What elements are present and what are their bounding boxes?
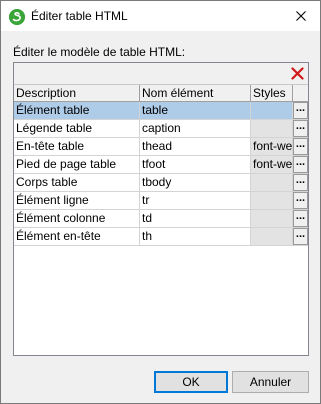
row-description: Élément table — [14, 102, 140, 119]
close-button[interactable] — [286, 3, 316, 29]
row-element-name[interactable]: th — [140, 228, 251, 245]
close-icon — [296, 11, 306, 21]
row-element-name[interactable]: td — [140, 210, 251, 227]
grid-table: Description Nom élément Styles Élément t… — [14, 85, 308, 246]
window-title: Éditer table HTML — [31, 9, 128, 23]
row-description: Élément ligne — [14, 192, 140, 209]
table-template-grid: Description Nom élément Styles Élément t… — [13, 62, 309, 356]
delete-button[interactable] — [289, 65, 306, 82]
column-header-element-name[interactable]: Nom élément — [140, 85, 251, 102]
row-element-name[interactable]: table — [140, 102, 251, 119]
row-styles[interactable]: font-we — [251, 138, 293, 155]
edit-styles-button[interactable]: ... — [293, 156, 308, 173]
dialog-window: Éditer table HTML Éditer le modèle de ta… — [0, 0, 321, 404]
ok-button[interactable]: OK — [154, 371, 228, 393]
cancel-button[interactable]: Annuler — [232, 371, 309, 393]
column-header-description[interactable]: Description — [14, 85, 140, 102]
row-description: Corps table — [14, 174, 140, 191]
edit-styles-button[interactable]: ... — [293, 228, 308, 245]
row-styles[interactable] — [251, 174, 293, 191]
row-styles[interactable] — [251, 120, 293, 137]
delete-x-icon — [291, 67, 304, 80]
table-row[interactable]: Élément en-tête th ... — [14, 228, 308, 246]
row-element-name[interactable]: thead — [140, 138, 251, 155]
row-description: Élément en-tête — [14, 228, 140, 245]
row-element-name[interactable]: tbody — [140, 174, 251, 191]
row-description: Pied de page table — [14, 156, 140, 173]
table-row[interactable]: Élément table table ... — [14, 102, 308, 120]
edit-styles-button[interactable]: ... — [293, 120, 308, 137]
title-bar[interactable]: Éditer table HTML — [1, 1, 320, 31]
row-element-name[interactable]: caption — [140, 120, 251, 137]
row-element-name[interactable]: tr — [140, 192, 251, 209]
edit-styles-button[interactable]: ... — [293, 192, 308, 209]
row-description: Élément colonne — [14, 210, 140, 227]
app-logo-icon — [9, 9, 25, 25]
table-row[interactable]: Pied de page table tfoot font-we ... — [14, 156, 308, 174]
row-styles[interactable] — [251, 192, 293, 209]
edit-styles-button[interactable]: ... — [293, 102, 308, 119]
table-row[interactable]: Élément colonne td ... — [14, 210, 308, 228]
row-styles[interactable]: font-we — [251, 156, 293, 173]
grid-header-row: Description Nom élément Styles — [14, 85, 308, 102]
row-description: Légende table — [14, 120, 140, 137]
table-row[interactable]: Légende table caption ... — [14, 120, 308, 138]
row-styles[interactable] — [251, 228, 293, 245]
row-element-name[interactable]: tfoot — [140, 156, 251, 173]
table-row[interactable]: Corps table tbody ... — [14, 174, 308, 192]
table-row[interactable]: En-tête table thead font-we ... — [14, 138, 308, 156]
grid-toolbar — [14, 63, 308, 85]
row-styles[interactable] — [251, 210, 293, 227]
edit-styles-button[interactable]: ... — [293, 210, 308, 227]
edit-styles-button[interactable]: ... — [293, 174, 308, 191]
row-description: En-tête table — [14, 138, 140, 155]
row-styles[interactable] — [251, 102, 293, 119]
edit-styles-button[interactable]: ... — [293, 138, 308, 155]
table-row[interactable]: Élément ligne tr ... — [14, 192, 308, 210]
template-prompt-label: Éditer le modèle de table HTML: — [13, 45, 186, 59]
column-header-styles[interactable]: Styles — [251, 85, 293, 102]
